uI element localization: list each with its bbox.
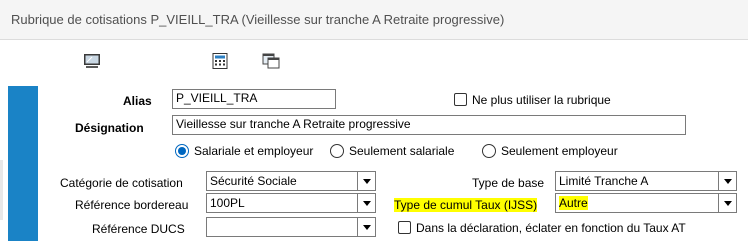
chevron-down-icon[interactable] bbox=[718, 194, 736, 212]
categorie-select[interactable]: Sécurité Sociale bbox=[206, 171, 376, 191]
designation-label: Désignation bbox=[75, 121, 144, 135]
alias-field[interactable]: P_VIEILL_TRA bbox=[172, 89, 336, 109]
calculator-icon[interactable] bbox=[211, 53, 229, 69]
eclater-label: Dans la déclaration, éclater en fonction… bbox=[416, 221, 686, 235]
chevron-down-icon[interactable] bbox=[718, 172, 736, 190]
left-edge bbox=[0, 160, 3, 220]
chevron-down-icon[interactable] bbox=[357, 172, 375, 190]
radio-seulement-salariale[interactable] bbox=[330, 144, 344, 158]
title-bar: Rubrique de cotisations P_VIEILL_TRA (Vi… bbox=[0, 0, 748, 40]
radio-label-seulement-salariale: Seulement salariale bbox=[349, 144, 455, 158]
windows-icon[interactable] bbox=[262, 53, 280, 69]
type-cumul-value: Autre bbox=[559, 196, 588, 210]
ref-bordereau-label: Référence bordereau bbox=[75, 198, 189, 212]
chevron-down-icon[interactable] bbox=[357, 194, 375, 212]
side-accent-bar bbox=[8, 86, 38, 241]
window-title: Rubrique de cotisations P_VIEILL_TRA (Vi… bbox=[11, 12, 505, 27]
ref-bordereau-select[interactable]: 100PL bbox=[206, 193, 376, 213]
radio-label-salariale-employeur: Salariale et employeur bbox=[194, 144, 314, 158]
eclater-checkbox[interactable] bbox=[398, 221, 411, 234]
type-base-select[interactable]: Limité Tranche A bbox=[555, 171, 737, 191]
ref-bordereau-value: 100PL bbox=[210, 196, 245, 210]
radio-seulement-employeur[interactable] bbox=[482, 144, 496, 158]
ref-ducs-select[interactable] bbox=[206, 217, 376, 237]
monitor-icon[interactable] bbox=[83, 53, 101, 69]
radio-label-seulement-employeur: Seulement employeur bbox=[501, 144, 618, 158]
no-longer-use-checkbox[interactable] bbox=[454, 93, 467, 106]
chevron-down-icon[interactable] bbox=[357, 218, 375, 236]
no-longer-use-label: Ne plus utiliser la rubrique bbox=[472, 93, 611, 107]
ref-ducs-label: Référence DUCS bbox=[92, 222, 185, 236]
alias-label: Alias bbox=[123, 94, 152, 108]
type-base-value: Limité Tranche A bbox=[559, 174, 649, 188]
type-cumul-label: Type de cumul Taux (IJSS) bbox=[394, 198, 538, 212]
radio-salariale-employeur[interactable] bbox=[175, 144, 189, 158]
categorie-label: Catégorie de cotisation bbox=[60, 176, 183, 190]
categorie-value: Sécurité Sociale bbox=[210, 174, 297, 188]
type-cumul-select[interactable]: Autre bbox=[555, 193, 737, 213]
type-base-label: Type de base bbox=[472, 176, 545, 190]
designation-field[interactable]: Vieillesse sur tranche A Retraite progre… bbox=[172, 115, 686, 135]
